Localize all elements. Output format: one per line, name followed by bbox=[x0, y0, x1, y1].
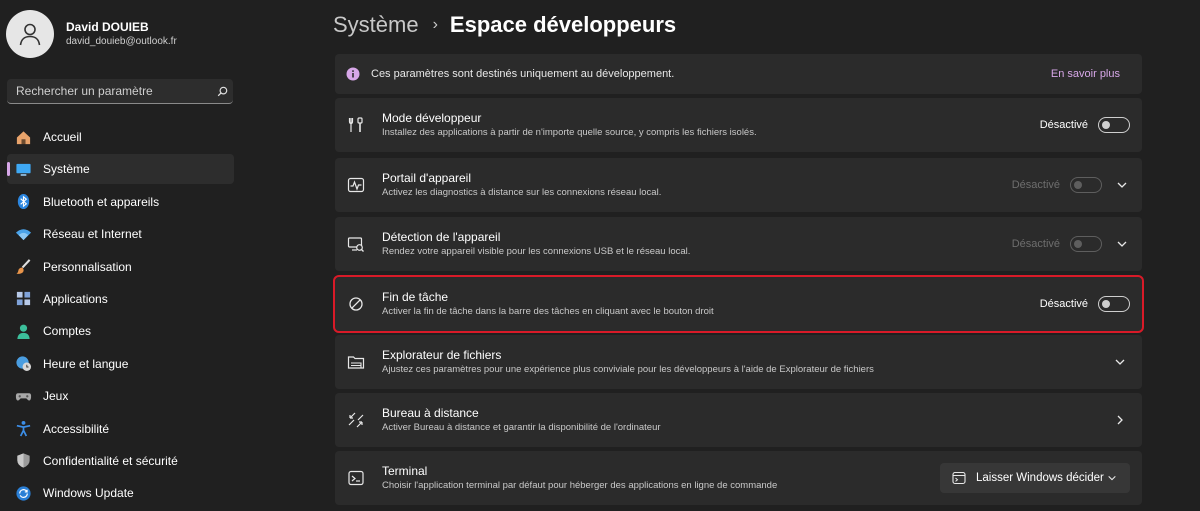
card-end-task[interactable]: Fin de tâche Activer la fin de tâche dan… bbox=[333, 275, 1144, 333]
card-description: Ajustez ces paramètres pour une expérien… bbox=[382, 364, 874, 375]
sidebar-item-label: Heure et langue bbox=[43, 356, 129, 371]
sidebar-item-windows-update[interactable]: Windows Update bbox=[7, 478, 234, 508]
card-title: Fin de tâche bbox=[382, 290, 449, 304]
terminal-select[interactable]: Laisser Windows décider bbox=[940, 463, 1130, 493]
sidebar-item-label: Personnalisation bbox=[43, 259, 132, 274]
toggle-state-label: Désactivé bbox=[1011, 179, 1060, 191]
toggle-state-label: Désactivé bbox=[1039, 298, 1088, 310]
chevron-right-icon[interactable] bbox=[1112, 412, 1128, 428]
folder-icon bbox=[347, 353, 365, 371]
apps-icon bbox=[14, 290, 32, 308]
remote-desktop-icon bbox=[347, 411, 365, 429]
gamepad-icon bbox=[14, 387, 32, 405]
accessibility-icon bbox=[14, 420, 32, 438]
card-title: Bureau à distance bbox=[382, 406, 479, 420]
card-description: Rendez votre appareil visible pour les c… bbox=[382, 246, 691, 257]
person-icon bbox=[14, 322, 32, 340]
person-icon bbox=[19, 23, 41, 46]
user-profile[interactable]: David DOUIEB david_douieb@outlook.fr bbox=[6, 8, 177, 60]
terminal-select-value: Laisser Windows décider bbox=[976, 472, 1104, 484]
sidebar-item-comptes[interactable]: Comptes bbox=[7, 316, 234, 346]
chevron-down-icon bbox=[1106, 473, 1118, 483]
block-icon bbox=[347, 295, 365, 313]
sidebar-item-label: Réseau et Internet bbox=[43, 227, 142, 242]
wifi-icon bbox=[14, 225, 32, 243]
sidebar: David DOUIEB david_douieb@outlook.fr Rec… bbox=[0, 0, 242, 508]
breadcrumb: Système › Espace développeurs bbox=[333, 10, 676, 40]
device-portal-toggle bbox=[1070, 177, 1102, 193]
device-discovery-toggle bbox=[1070, 236, 1102, 252]
toggle-state-label: Désactivé bbox=[1039, 119, 1088, 131]
breadcrumb-separator: › bbox=[432, 16, 438, 33]
card-developer-mode[interactable]: Mode développeur Installez des applicati… bbox=[335, 98, 1142, 152]
sidebar-nav: Accueil Système Bluetooth et appareils R… bbox=[7, 122, 234, 511]
card-title: Terminal bbox=[382, 464, 428, 478]
card-description: Choisir l'application terminal par défau… bbox=[382, 480, 778, 491]
card-title: Portail d'appareil bbox=[382, 171, 472, 185]
card-remote-desktop[interactable]: Bureau à distance Activer Bureau à dista… bbox=[335, 393, 1142, 447]
update-icon bbox=[14, 484, 32, 502]
globe-clock-icon bbox=[14, 355, 32, 373]
search-input[interactable]: Rechercher un paramètre bbox=[7, 79, 233, 104]
user-name: David DOUIEB bbox=[66, 20, 149, 34]
breadcrumb-parent[interactable]: Système bbox=[333, 12, 419, 38]
learn-more-link[interactable]: En savoir plus bbox=[1051, 68, 1120, 80]
card-description: Installez des applications à partir de n… bbox=[382, 127, 757, 138]
page-title: Espace développeurs bbox=[449, 12, 677, 37]
avatar[interactable] bbox=[6, 10, 54, 58]
card-title: Détection de l'appareil bbox=[382, 230, 501, 244]
sidebar-item-label: Comptes bbox=[43, 324, 92, 339]
home-icon bbox=[14, 128, 32, 146]
card-terminal[interactable]: Terminal Choisir l'application terminal … bbox=[335, 451, 1142, 505]
card-description: Activer Bureau à distance et garantir la… bbox=[382, 422, 661, 433]
user-email: david_douieb@outlook.fr bbox=[66, 36, 177, 47]
chevron-down-icon[interactable] bbox=[1112, 354, 1128, 370]
info-icon bbox=[346, 67, 360, 81]
card-description: Activer la fin de tâche dans la barre de… bbox=[382, 306, 714, 317]
info-text: Ces paramètres sont destinés uniquement … bbox=[371, 68, 675, 80]
sidebar-item-label: Confidentialité et sécurité bbox=[43, 453, 178, 468]
info-bar: Ces paramètres sont destinés uniquement … bbox=[335, 54, 1142, 94]
chevron-down-icon[interactable] bbox=[1114, 236, 1130, 252]
sidebar-item-heure[interactable]: Heure et langue bbox=[7, 349, 234, 379]
sidebar-item-confidentialite[interactable]: Confidentialité et sécurité bbox=[7, 446, 234, 476]
sidebar-item-applications[interactable]: Applications bbox=[7, 284, 234, 314]
sidebar-item-accueil[interactable]: Accueil bbox=[7, 122, 234, 152]
card-device-discovery[interactable]: Détection de l'appareil Rendez votre app… bbox=[335, 217, 1142, 271]
display-icon bbox=[14, 160, 32, 178]
card-file-explorer[interactable]: Explorateur de fichiers Ajustez ces para… bbox=[335, 335, 1142, 389]
sidebar-item-label: Accueil bbox=[43, 130, 82, 144]
device-discovery-icon bbox=[347, 235, 365, 253]
tools-icon bbox=[347, 116, 365, 134]
card-title: Explorateur de fichiers bbox=[382, 348, 502, 362]
card-title: Mode développeur bbox=[382, 111, 482, 125]
sidebar-item-accessibilite[interactable]: Accessibilité bbox=[7, 414, 234, 444]
search-placeholder[interactable]: Rechercher un paramètre bbox=[7, 84, 211, 98]
toggle-state-label: Désactivé bbox=[1011, 238, 1060, 250]
sidebar-item-label: Applications bbox=[43, 291, 108, 306]
chevron-down-icon[interactable] bbox=[1114, 177, 1130, 193]
pulse-icon bbox=[347, 176, 365, 194]
search-icon[interactable] bbox=[211, 86, 233, 97]
sidebar-item-label: Bluetooth et appareils bbox=[43, 194, 160, 209]
sidebar-item-label: Jeux bbox=[43, 389, 69, 404]
terminal-icon bbox=[347, 469, 365, 487]
card-device-portal[interactable]: Portail d'appareil Activez les diagnosti… bbox=[335, 158, 1142, 212]
end-task-toggle[interactable] bbox=[1098, 296, 1130, 312]
brush-icon bbox=[14, 258, 32, 276]
shield-icon bbox=[14, 452, 32, 470]
bluetooth-icon bbox=[14, 193, 32, 211]
sidebar-item-label: Système bbox=[43, 162, 90, 177]
sidebar-item-reseau[interactable]: Réseau et Internet bbox=[7, 219, 234, 249]
sidebar-item-label: Accessibilité bbox=[43, 421, 110, 436]
sidebar-item-jeux[interactable]: Jeux bbox=[7, 381, 234, 411]
sidebar-item-systeme[interactable]: Système bbox=[7, 154, 234, 185]
sidebar-item-bluetooth[interactable]: Bluetooth et appareils bbox=[7, 187, 234, 217]
terminal-app-icon bbox=[952, 471, 966, 485]
sidebar-item-personnalisation[interactable]: Personnalisation bbox=[7, 252, 234, 282]
developer-mode-toggle[interactable] bbox=[1098, 117, 1130, 133]
card-description: Activez les diagnostics à distance sur l… bbox=[382, 187, 662, 198]
sidebar-item-label: Windows Update bbox=[43, 486, 134, 501]
